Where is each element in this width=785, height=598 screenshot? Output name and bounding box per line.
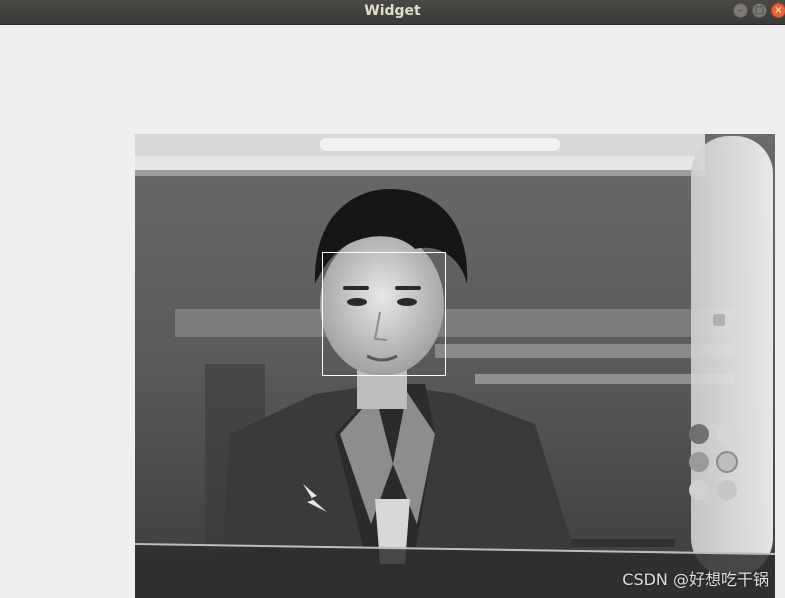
window-titlebar[interactable]: Widget – □ × (0, 0, 785, 25)
camera-image (135, 134, 775, 598)
camera-frame: CSDN @好想吃干锅 (135, 134, 775, 598)
minimize-button[interactable]: – (733, 3, 748, 18)
close-button[interactable]: × (771, 3, 785, 18)
window-title: Widget (364, 3, 421, 19)
maximize-button[interactable]: □ (752, 3, 767, 18)
face-detection-box (322, 252, 446, 376)
watermark-label: CSDN @好想吃干锅 (622, 570, 769, 589)
